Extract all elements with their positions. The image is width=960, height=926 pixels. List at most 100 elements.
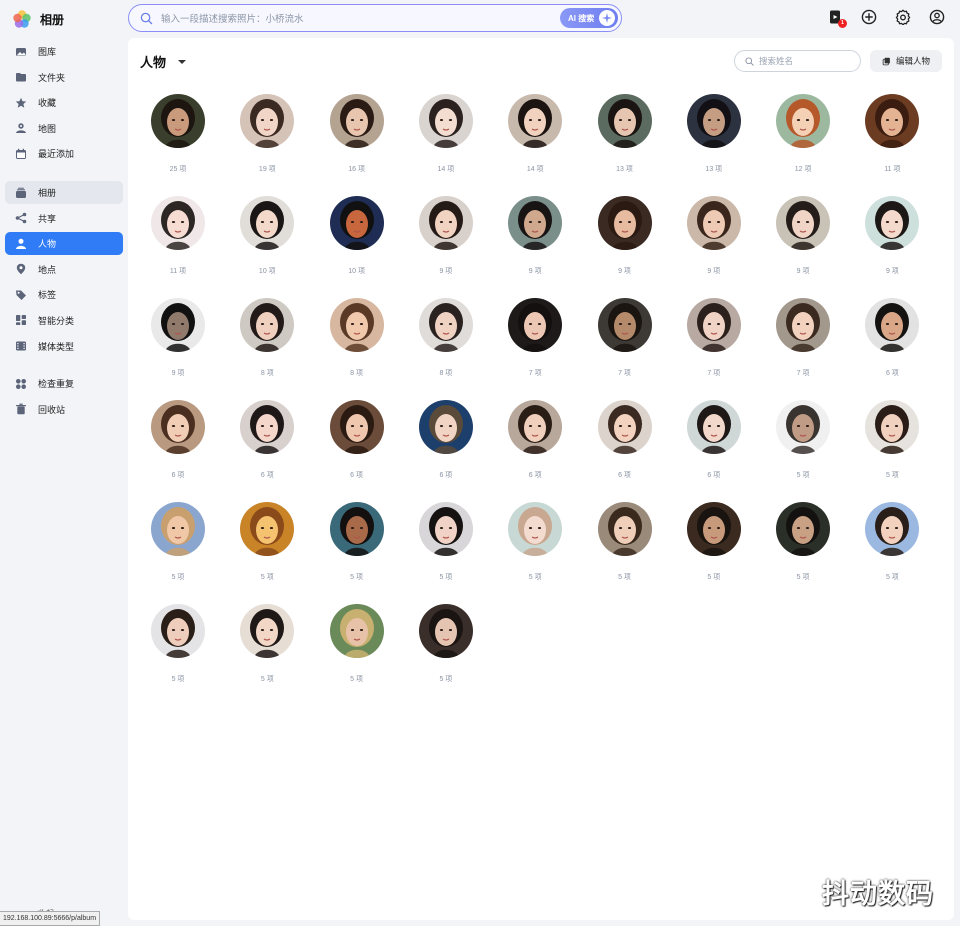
sidebar-item-smart[interactable]: 智能分类: [5, 309, 123, 332]
person-photo-count: 19 项: [258, 166, 276, 173]
sidebar-item-shared[interactable]: 共享: [5, 207, 123, 230]
person-avatar[interactable]: [686, 400, 741, 454]
sidebar-item-albums[interactable]: 相册: [5, 181, 123, 204]
settings-icon[interactable]: [895, 9, 911, 26]
person-avatar[interactable]: [240, 94, 295, 148]
sidebar-item-recent[interactable]: 最近添加: [5, 142, 123, 165]
person-avatar[interactable]: [151, 502, 205, 556]
person-photo-count: 9 项: [171, 370, 185, 377]
ai-search-button[interactable]: AI 搜索: [560, 8, 618, 28]
person-avatar[interactable]: [240, 604, 295, 658]
person-avatar[interactable]: [597, 94, 652, 148]
edit-people-button[interactable]: 编辑人物: [870, 50, 942, 72]
person-photo-count: 5 项: [439, 676, 453, 683]
person-avatar[interactable]: [151, 400, 205, 454]
app-logo-icon: [13, 10, 31, 28]
sidebar-item-favorites[interactable]: 收藏: [5, 91, 123, 114]
person-avatar[interactable]: [151, 604, 205, 658]
person-avatar[interactable]: [508, 502, 563, 556]
sidebar-item-dupes[interactable]: 检查重复: [5, 372, 123, 395]
person-avatar[interactable]: [240, 196, 295, 250]
person-avatar[interactable]: [508, 400, 563, 454]
notification-badge: 1: [838, 19, 847, 28]
person-avatar[interactable]: [686, 94, 741, 148]
status-bar-url: 192.168.100.89:5666/p/album: [0, 911, 101, 926]
person-avatar[interactable]: [508, 94, 563, 148]
sidebar-item-tags[interactable]: 标签: [5, 283, 123, 306]
name-search-input[interactable]: 搜索姓名: [759, 55, 793, 67]
sidebar-item-places[interactable]: 地点: [5, 258, 123, 281]
star-icon: [15, 97, 27, 109]
name-search-field[interactable]: 搜索姓名: [734, 50, 861, 72]
person-avatar[interactable]: [329, 502, 384, 556]
sidebar-item-media[interactable]: 媒体类型: [5, 335, 123, 358]
person-avatar[interactable]: [329, 400, 384, 454]
person-avatar[interactable]: [597, 298, 652, 352]
person-avatar[interactable]: [240, 400, 295, 454]
person-avatar[interactable]: [776, 196, 831, 250]
app-brand[interactable]: 相册: [12, 8, 64, 30]
person-avatar[interactable]: [240, 298, 295, 352]
search-input[interactable]: 输入一段描述搜索照片：小桥流水: [161, 11, 304, 25]
people-panel: 人物 搜索姓名 编辑人物 25 项 19 项 16 项 14 项 14 项 13 项 13 …: [128, 38, 954, 920]
person-avatar[interactable]: [865, 94, 920, 148]
person-avatar[interactable]: [865, 298, 920, 352]
person-photo-count: 13 项: [616, 166, 633, 173]
search-icon: [140, 12, 153, 24]
person-avatar[interactable]: [418, 196, 473, 250]
sidebar-item-gallery[interactable]: 图库: [5, 40, 123, 63]
person-photo-count: 9 项: [885, 268, 899, 275]
trash-icon: [15, 403, 27, 415]
person-avatar[interactable]: [418, 502, 473, 556]
person-avatar[interactable]: [686, 298, 741, 352]
person-avatar[interactable]: [776, 400, 831, 454]
person-photo-count: 6 项: [350, 472, 364, 479]
person-avatar[interactable]: [597, 400, 652, 454]
person-avatar[interactable]: [418, 298, 473, 352]
sidebar-item-label: 媒体类型: [38, 341, 75, 352]
person-photo-count: 8 项: [260, 370, 274, 377]
edit-icon: [882, 57, 890, 65]
account-icon[interactable]: [929, 9, 945, 25]
person-avatar[interactable]: [776, 502, 831, 556]
person-avatar[interactable]: [329, 94, 384, 148]
watermark: 抖动数码: [822, 879, 934, 910]
page-title: 人物: [140, 55, 167, 70]
person-avatar[interactable]: [508, 196, 563, 250]
sidebar-item-folder[interactable]: 文件夹: [5, 66, 123, 89]
person-avatar[interactable]: [329, 298, 384, 352]
person-avatar[interactable]: [686, 196, 741, 250]
tag-icon: [15, 289, 27, 301]
view-title-dropdown[interactable]: 人物: [140, 52, 187, 71]
sidebar-item-trash[interactable]: 回收站: [5, 398, 123, 421]
person-avatar[interactable]: [329, 604, 384, 658]
person-avatar[interactable]: [686, 502, 741, 556]
person-avatar[interactable]: [776, 94, 831, 148]
upload-icon[interactable]: 1: [827, 9, 847, 28]
person-photo-count: 7 项: [707, 370, 721, 377]
sidebar: 相册 图库文件夹 收藏地图 最近添加 相册共享 人物 地点 标签智能分类媒体类型 检查重复…: [0, 0, 128, 926]
person-photo-count: 5 项: [796, 472, 810, 479]
person-avatar[interactable]: [508, 298, 563, 352]
sidebar-item-people[interactable]: 人物: [5, 232, 123, 256]
add-icon[interactable]: [861, 9, 877, 25]
person-avatar[interactable]: [418, 400, 473, 454]
person-avatar[interactable]: [418, 94, 473, 148]
person-avatar[interactable]: [151, 94, 205, 148]
person-avatar[interactable]: [151, 298, 205, 352]
person-photo-count: 14 项: [437, 166, 455, 173]
person-photo-count: 9 项: [618, 268, 631, 275]
person-avatar[interactable]: [597, 502, 652, 556]
sidebar-item-map[interactable]: 地图: [5, 117, 123, 140]
sparkle-icon: [599, 10, 615, 26]
person-avatar[interactable]: [776, 298, 831, 352]
person-avatar[interactable]: [597, 196, 652, 250]
person-avatar[interactable]: [418, 604, 473, 658]
person-avatar[interactable]: [865, 502, 920, 556]
person-avatar[interactable]: [865, 400, 920, 454]
person-avatar[interactable]: [240, 502, 295, 556]
person-avatar[interactable]: [151, 196, 205, 250]
photo-search-bar[interactable]: 输入一段描述搜索照片：小桥流水 AI 搜索: [128, 4, 622, 32]
person-avatar[interactable]: [329, 196, 384, 250]
person-avatar[interactable]: [865, 196, 920, 250]
